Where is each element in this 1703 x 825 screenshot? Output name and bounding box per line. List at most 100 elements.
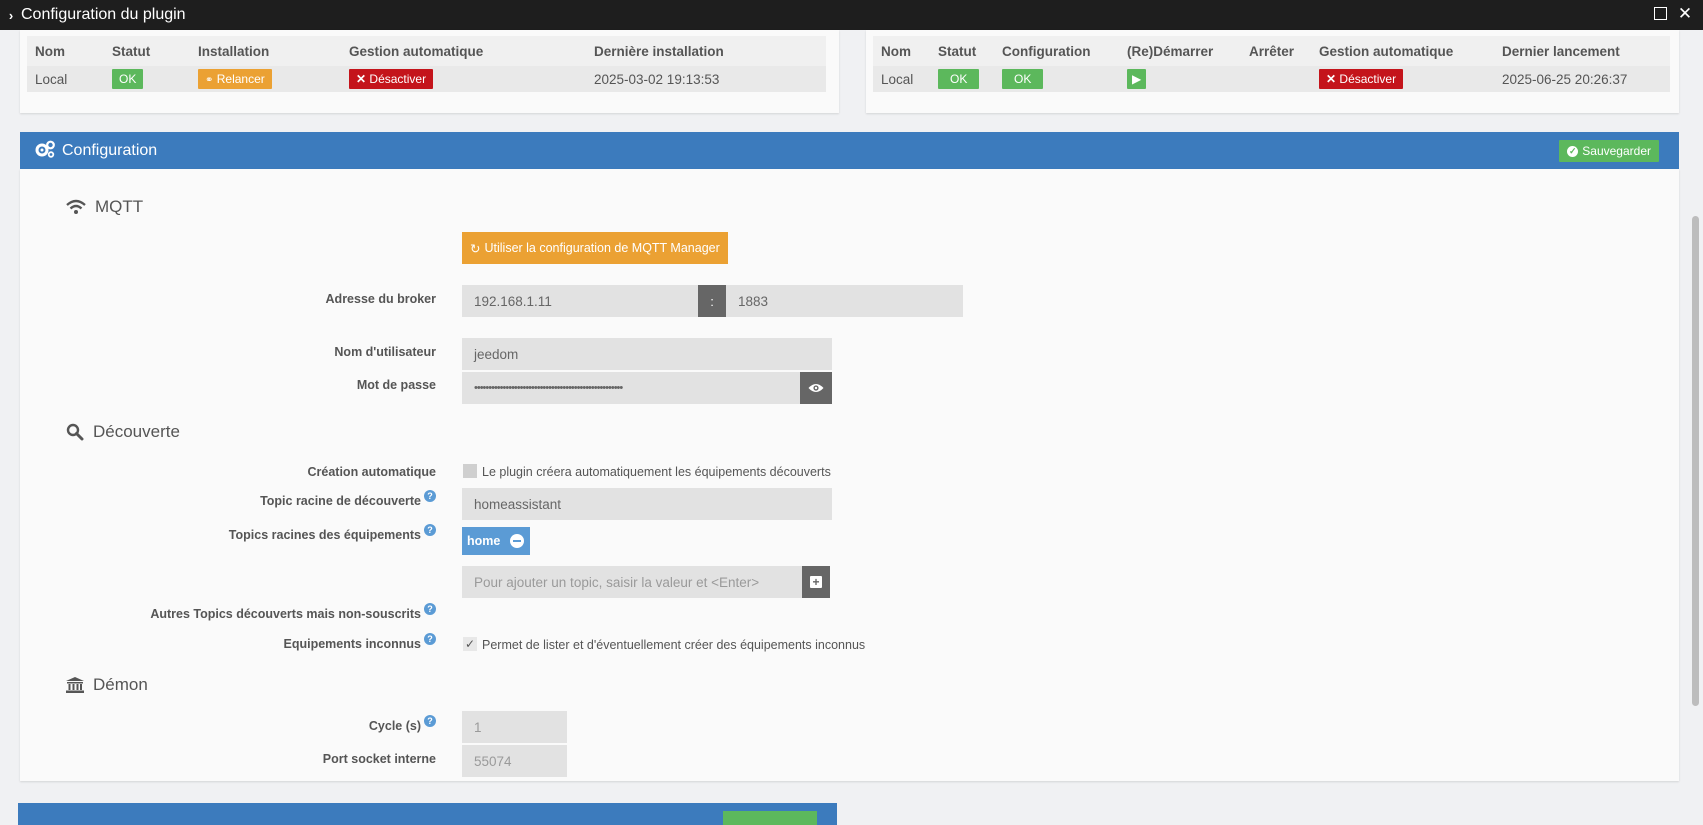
- question-icon[interactable]: ?: [424, 490, 436, 502]
- broker-label: Adresse du broker: [325, 292, 436, 306]
- internal-port-label: Port socket interne: [322, 752, 436, 766]
- discovery-root-input[interactable]: homeassistant: [462, 488, 832, 520]
- col-configuration: Configuration: [994, 36, 1119, 66]
- col-gestion: Gestion automatique: [1311, 36, 1494, 66]
- col-nom: Nom: [27, 36, 104, 66]
- daemon-table: Nom Statut Configuration (Re)Démarrer Ar…: [873, 36, 1670, 92]
- configuration-body: [20, 169, 1679, 781]
- other-topics-label: Autres Topics découverts mais non-souscr…: [150, 603, 436, 621]
- unknown-equipment-checkbox[interactable]: ✓: [463, 637, 477, 651]
- table-row: Local OK OK ▶ ✕ Désactiver 2025-06-25 20…: [873, 66, 1670, 92]
- auto-create-text: Le plugin créera automatiquement les équ…: [482, 465, 831, 479]
- topic-tag: home: [462, 527, 531, 555]
- col-nom: Nom: [873, 36, 930, 66]
- wifi-icon: [66, 199, 86, 215]
- daemon-config-badge: OK: [1002, 69, 1044, 89]
- maximize-icon[interactable]: [1654, 7, 1667, 20]
- configuration-title: Configuration: [62, 141, 158, 159]
- question-icon[interactable]: ?: [424, 524, 436, 536]
- install-nom: Local: [27, 66, 104, 92]
- col-statut: Statut: [930, 36, 994, 66]
- check-circle-icon: ✓: [1567, 145, 1579, 157]
- use-mqtt-manager-label: Utiliser la configuration de MQTT Manage…: [484, 241, 720, 255]
- bank-icon: [66, 677, 84, 693]
- unknown-equipment-label-text: Equipements inconnus: [283, 637, 421, 651]
- disable-auto-install-button[interactable]: ✕ Désactiver: [349, 69, 434, 89]
- daemon-section-label: Démon: [93, 675, 148, 694]
- start-daemon-button[interactable]: ▶: [1127, 69, 1147, 89]
- username-input[interactable]: jeedom: [462, 338, 832, 370]
- col-installation: Installation: [190, 36, 341, 66]
- question-icon[interactable]: ?: [424, 603, 436, 615]
- minus-circle-icon[interactable]: [510, 534, 525, 548]
- add-topic-input[interactable]: Pour ajouter un topic, saisir la valeur …: [462, 566, 802, 598]
- equipment-roots-label-text: Topics racines des équipements: [228, 528, 421, 542]
- disable-auto-daemon-button[interactable]: ✕ Désactiver: [1319, 69, 1404, 89]
- next-panel-button[interactable]: [723, 811, 817, 825]
- mqtt-section-title: MQTT: [66, 197, 143, 217]
- window-title: Configuration du plugin: [21, 6, 186, 23]
- mqtt-section-label: MQTT: [95, 197, 144, 216]
- discovery-section-label: Découverte: [93, 422, 180, 441]
- daemon-status-badge: OK: [938, 69, 980, 89]
- status-badge: OK: [112, 69, 144, 89]
- unknown-equipment-label: Equipements inconnus?: [283, 633, 436, 651]
- auto-create-label: Création automatique: [307, 465, 437, 479]
- auto-create-checkbox[interactable]: [463, 464, 477, 478]
- discovery-root-label: Topic racine de découverte?: [260, 490, 436, 508]
- install-table: Nom Statut Installation Gestion automati…: [27, 36, 826, 92]
- other-topics-label-text: Autres Topics découverts mais non-souscr…: [150, 607, 421, 621]
- col-statut: Statut: [104, 36, 190, 66]
- col-dernier: Dernier lancement: [1494, 36, 1670, 66]
- col-derniere: Dernière installation: [586, 36, 826, 66]
- chevron-right-icon[interactable]: ›: [1, 8, 21, 23]
- install-date: 2025-03-02 19:13:53: [586, 66, 826, 92]
- relaunch-label: Relancer: [216, 72, 265, 86]
- daemon-panel: Nom Statut Configuration (Re)Démarrer Ar…: [866, 30, 1679, 113]
- daemon-section-title: Démon: [66, 675, 148, 695]
- times-icon: ✕: [356, 72, 367, 86]
- relaunch-button[interactable]: ⚭ Relancer: [198, 69, 272, 89]
- internal-port-input[interactable]: 55074: [462, 745, 567, 777]
- plus-square-icon: +: [810, 576, 822, 588]
- broker-separator: :: [698, 285, 726, 317]
- next-panel-header: [18, 803, 837, 825]
- broker-host-input[interactable]: 192.168.1.11: [462, 285, 698, 317]
- topic-tag-label: home: [467, 534, 501, 548]
- window-titlebar: › Configuration du plugin ✕: [0, 0, 1703, 30]
- username-label: Nom d'utilisateur: [334, 345, 436, 359]
- cycle-label-text: Cycle (s): [368, 719, 421, 733]
- col-restart: (Re)Démarrer: [1119, 36, 1241, 66]
- broker-port-input[interactable]: 1883: [726, 285, 963, 317]
- question-icon[interactable]: ?: [424, 715, 436, 727]
- question-icon[interactable]: ?: [424, 633, 436, 645]
- discovery-root-label-text: Topic racine de découverte: [260, 494, 421, 508]
- col-stop: Arrêter: [1241, 36, 1311, 66]
- scrollbar[interactable]: [1688, 30, 1703, 825]
- unknown-equipment-text: Permet de lister et d'éventuellement cré…: [482, 638, 866, 652]
- daemon-date: 2025-06-25 20:26:37: [1494, 66, 1670, 92]
- cycle-input[interactable]: 1: [462, 711, 567, 743]
- scrollbar-thumb[interactable]: [1692, 216, 1699, 706]
- disable-label: Désactiver: [369, 72, 427, 86]
- save-label: Sauvegarder: [1582, 144, 1651, 158]
- save-button[interactable]: ✓ Sauvegarder: [1559, 140, 1659, 162]
- cogs-icon: [34, 140, 56, 161]
- times-icon: ✕: [1326, 72, 1337, 86]
- search-icon: [66, 423, 84, 441]
- play-icon: ▶: [1132, 72, 1142, 86]
- show-password-button[interactable]: [800, 372, 832, 404]
- disable-label: Désactiver: [1339, 72, 1397, 86]
- password-input[interactable]: ••••••••••••••••••••••••••••••••••••••••…: [462, 372, 800, 404]
- use-mqtt-manager-button[interactable]: ↻ Utiliser la configuration de MQTT Mana…: [462, 232, 728, 264]
- discovery-section-title: Découverte: [66, 422, 180, 442]
- eye-icon: [808, 381, 824, 396]
- daemon-nom: Local: [873, 66, 930, 92]
- install-panel: Nom Statut Installation Gestion automati…: [20, 30, 839, 113]
- configuration-header: Configuration ✓ Sauvegarder: [20, 132, 1679, 169]
- add-topic-button[interactable]: +: [802, 566, 830, 598]
- close-icon[interactable]: ✕: [1677, 5, 1693, 22]
- password-label: Mot de passe: [356, 378, 436, 392]
- table-row: Local OK ⚭ Relancer ✕ Désactiver 2025-03…: [27, 66, 826, 92]
- col-gestion: Gestion automatique: [341, 36, 586, 66]
